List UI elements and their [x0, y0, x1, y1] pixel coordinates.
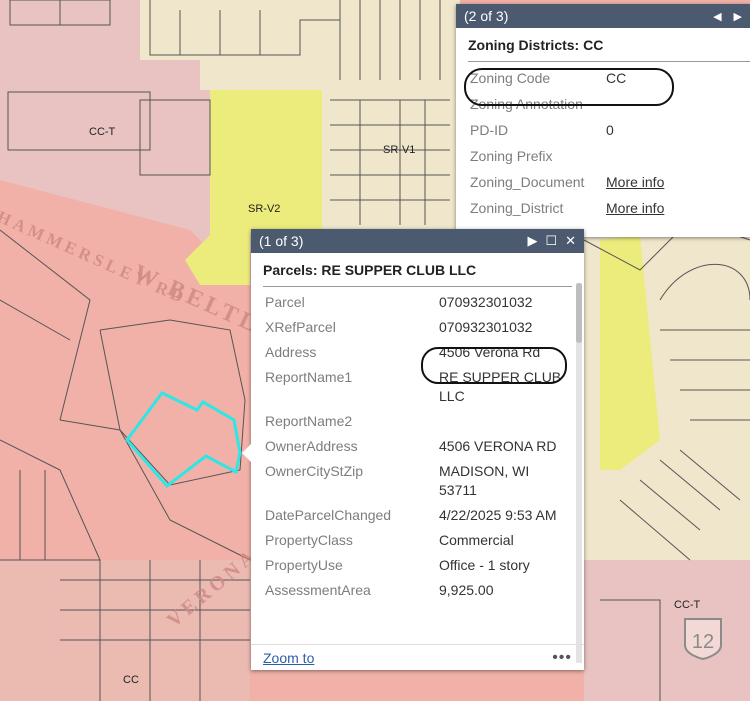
zoning-document-label: Zoning_Document: [470, 174, 585, 190]
parcel-popup-body: Parcels: RE SUPPER CLUB LLC Parcel 070932…: [251, 253, 584, 663]
xrefparcel-label: XRefParcel: [265, 319, 336, 335]
zone-label-srv2: SR-V2: [248, 203, 281, 215]
srv1-zone: [320, 90, 456, 235]
reportname2-value: [439, 412, 567, 431]
popup-pointer: [242, 444, 251, 462]
zoning-prefix-label: Zoning Prefix: [470, 148, 553, 164]
highway-shield-number: 12: [692, 631, 714, 653]
zone-label-srv1: SR-V1: [383, 144, 416, 156]
maximize-icon[interactable]: ☐: [545, 233, 557, 249]
dateparcelchanged-value: 4/22/2025 9:53 AM: [439, 507, 557, 523]
pd-id-value: 0: [606, 122, 614, 138]
parcel-field-row: PropertyClass Commercial: [265, 531, 584, 550]
assessmentarea-value: 9,925.00: [439, 582, 494, 598]
zone-label-cc-bottom: CC: [123, 674, 139, 686]
srv2-zone: [210, 90, 322, 250]
reportname2-label: ReportName2: [265, 413, 353, 429]
parcel-field-row: Parcel 070932301032: [265, 293, 584, 312]
address-highlight-oval: [421, 347, 567, 384]
dateparcelchanged-label: DateParcelChanged: [265, 507, 392, 523]
zoning-popup-header: (2 of 3) ◀ ▶: [456, 4, 750, 28]
owneraddress-label: OwnerAddress: [265, 438, 358, 454]
zone-label-cct-left: CC-T: [89, 126, 116, 138]
parcel-field-row: OwnerAddress 4506 VERONA RD: [265, 437, 584, 456]
zoning-field-row: Zoning Prefix: [456, 147, 750, 166]
parcel-label: Parcel: [265, 294, 305, 310]
zoning-document-link[interactable]: More info: [606, 173, 664, 192]
zone-label-cct-right: CC-T: [674, 599, 701, 611]
parcel-field-row: XRefParcel 070932301032: [265, 318, 584, 337]
assessmentarea-label: AssessmentArea: [265, 582, 371, 598]
parcel-popup[interactable]: (1 of 3) ▶ ☐ ✕ Parcels: RE SUPPER CLUB L…: [242, 229, 584, 670]
xrefparcel-value: 070932301032: [439, 319, 533, 335]
previous-feature-icon[interactable]: ◀: [713, 10, 721, 23]
next-feature-icon[interactable]: ▶: [734, 10, 742, 23]
highway-shield-icon: 12: [684, 618, 722, 661]
parcel-field-row: DateParcelChanged 4/22/2025 9:53 AM: [265, 506, 584, 525]
zoom-to-link[interactable]: Zoom to: [263, 650, 552, 666]
zoning-popup[interactable]: (2 of 3) ◀ ▶ Zoning Districts: CC Zoning…: [456, 4, 750, 237]
zoning-field-row: Zoning_District More info: [456, 199, 750, 218]
zoning-field-row: PD-ID 0: [456, 121, 750, 140]
more-actions-icon[interactable]: •••: [552, 649, 572, 667]
parcel-field-row: OwnerCityStZip MADISON, WI 53711: [265, 462, 584, 500]
zoning-popup-title: Zoning Districts: CC: [468, 28, 750, 62]
zoning-district-link[interactable]: More info: [606, 199, 664, 218]
zoning-district-label: Zoning_District: [470, 200, 564, 216]
parcel-field-row: AssessmentArea 9,925.00: [265, 581, 584, 600]
parcel-field-row: PropertyUse Office - 1 story: [265, 556, 584, 575]
propertyclass-value: Commercial: [439, 532, 514, 548]
scrollbar-thumb[interactable]: [576, 283, 582, 343]
parcel-popup-footer: Zoom to •••: [251, 644, 584, 670]
next-feature-icon[interactable]: ▶: [527, 233, 537, 249]
parcel-value: 070932301032: [439, 294, 533, 310]
propertyuse-label: PropertyUse: [265, 557, 343, 573]
propertyuse-value: Office - 1 story: [439, 557, 530, 573]
popup-scrollbar[interactable]: [576, 283, 582, 663]
reportname1-label: ReportName1: [265, 369, 353, 385]
zoning-field-row: Zoning_Document More info: [456, 173, 750, 192]
ownercitystzip-value: MADISON, WI 53711: [439, 463, 530, 498]
zoning-code-highlight-oval: [464, 68, 674, 106]
parcel-popup-counter: (1 of 3): [259, 233, 304, 249]
address-label: Address: [265, 344, 317, 360]
propertyclass-label: PropertyClass: [265, 532, 353, 548]
zoning-popup-counter: (2 of 3): [464, 8, 509, 24]
parcel-popup-title: Parcels: RE SUPPER CLUB LLC: [263, 253, 572, 287]
parcel-popup-header: (1 of 3) ▶ ☐ ✕: [251, 229, 584, 253]
ownercitystzip-label: OwnerCityStZip: [265, 463, 364, 479]
pd-id-label: PD-ID: [470, 122, 509, 138]
owneraddress-value: 4506 VERONA RD: [439, 438, 557, 454]
close-icon[interactable]: ✕: [565, 233, 576, 249]
parcel-field-row: ReportName2: [265, 412, 584, 431]
